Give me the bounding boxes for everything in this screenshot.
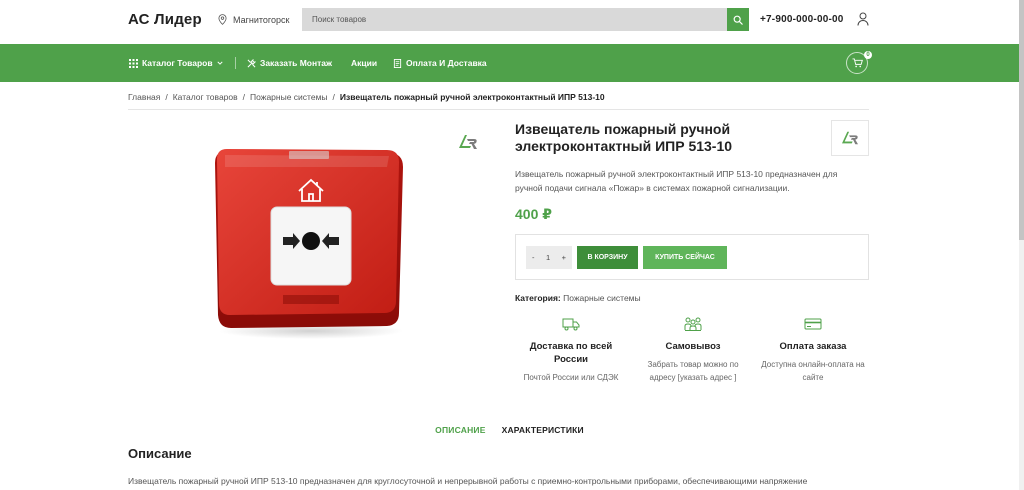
feature-text: Почтой России или СДЭК	[523, 373, 619, 382]
brand-badge[interactable]	[831, 120, 869, 156]
feature-title: Самовывоз	[665, 341, 721, 352]
search-icon	[733, 15, 743, 25]
nav-item-payment-delivery[interactable]: Оплата И Доставка	[393, 58, 487, 68]
breadcrumb-separator: /	[242, 92, 246, 102]
nav-item-label: Оплата И Доставка	[406, 58, 487, 68]
cart-icon	[852, 58, 863, 68]
buy-now-button[interactable]: КУПИТЬ СЕЙЧАС	[643, 246, 727, 269]
feature-text: Забрать товар можно по адресу [указать а…	[647, 360, 739, 382]
nav-item-label: Заказать Монтаж	[260, 58, 333, 68]
chevron-down-icon	[217, 61, 223, 65]
qty-decrease-button[interactable]: -	[532, 253, 535, 262]
nav-item-installation[interactable]: Заказать Монтаж	[247, 58, 332, 68]
breadcrumb-home[interactable]: Главная	[128, 92, 160, 102]
brand-logo-icon	[842, 131, 858, 145]
page-scrollbar[interactable]	[1019, 0, 1024, 490]
tab-specifications[interactable]: ХАРАКТЕРИСТИКИ	[502, 425, 584, 435]
nav-item-promotions[interactable]: Акции	[351, 58, 377, 68]
site-logo[interactable]: АС Лидер	[128, 11, 202, 28]
breadcrumb-category[interactable]: Пожарные системы	[250, 92, 328, 102]
breadcrumb-catalog[interactable]: Каталог товаров	[173, 92, 238, 102]
product-image[interactable]	[213, 145, 407, 341]
category-label: Категория:	[515, 293, 561, 303]
search-button[interactable]	[727, 8, 749, 31]
grid-icon	[129, 58, 138, 68]
people-icon	[684, 317, 702, 331]
product-short-description: Извещатель пожарный ручной электроконтак…	[515, 169, 838, 193]
card-icon	[804, 318, 822, 330]
user-icon[interactable]	[857, 12, 869, 26]
search-input[interactable]	[302, 8, 727, 31]
nav-item-label: Каталог Товаров	[142, 58, 213, 68]
feature-payment: Оплата заказа Доступна онлайн-оплата на …	[758, 316, 868, 384]
cart-count-badge: 0	[864, 51, 872, 59]
feature-title: Оплата заказа	[779, 341, 847, 352]
feature-delivery: Доставка по всей России Почтой России ил…	[516, 316, 626, 384]
product-title: Извещатель пожарный ручной электроконтак…	[515, 121, 733, 154]
nav-item-label: Акции	[351, 58, 378, 68]
qty-input[interactable]: 1	[546, 253, 550, 262]
product-price: 400 ₽	[515, 206, 552, 222]
truck-icon	[562, 318, 580, 331]
brand-logo-icon	[459, 135, 477, 149]
feature-pickup: Самовывоз Забрать товар можно по адресу …	[638, 316, 748, 384]
quantity-stepper: - 1 +	[526, 246, 572, 269]
header-divider	[128, 109, 869, 110]
breadcrumb-separator: /	[165, 92, 168, 102]
tab-description[interactable]: ОПИСАНИЕ	[435, 425, 485, 435]
description-heading: Описание	[128, 446, 192, 461]
city-selector[interactable]: Магнитогорск	[218, 14, 289, 25]
product-tabs: ОПИСАНИЕ ХАРАКТЕРИСТИКИ	[0, 425, 1019, 435]
description-text: Извещатель пожарный ручной ИПР 513-10 пр…	[128, 476, 808, 486]
nav-divider	[235, 57, 236, 69]
breadcrumb-current: Извещатель пожарный ручной электроконтак…	[339, 92, 605, 102]
scrollbar-thumb[interactable]	[1019, 0, 1024, 240]
top-header: АС Лидер Магнитогорск +7-900-000-00-00	[0, 0, 1024, 44]
tools-icon	[247, 58, 256, 67]
city-name: Магнитогорск	[233, 14, 290, 25]
category-link[interactable]: Пожарные системы	[563, 293, 641, 303]
phone-number[interactable]: +7-900-000-00-00	[760, 14, 844, 25]
add-to-cart-button[interactable]: В КОРЗИНУ	[577, 246, 638, 269]
document-icon	[393, 58, 402, 68]
breadcrumb: Главная / Каталог товаров / Пожарные сис…	[128, 92, 605, 102]
purchase-box: - 1 + В КОРЗИНУ КУПИТЬ СЕЙЧАС	[515, 234, 869, 280]
product-category: Категория: Пожарные системы	[515, 293, 641, 303]
nav-item-catalog[interactable]: Каталог Товаров	[129, 58, 223, 68]
feature-text: Доступна онлайн-оплата на сайте	[761, 360, 865, 382]
breadcrumb-separator: /	[332, 92, 335, 102]
qty-increase-button[interactable]: +	[562, 253, 566, 262]
location-pin-icon	[218, 14, 227, 25]
search-bar	[302, 8, 749, 31]
feature-title: Доставка по всей России	[529, 341, 613, 365]
